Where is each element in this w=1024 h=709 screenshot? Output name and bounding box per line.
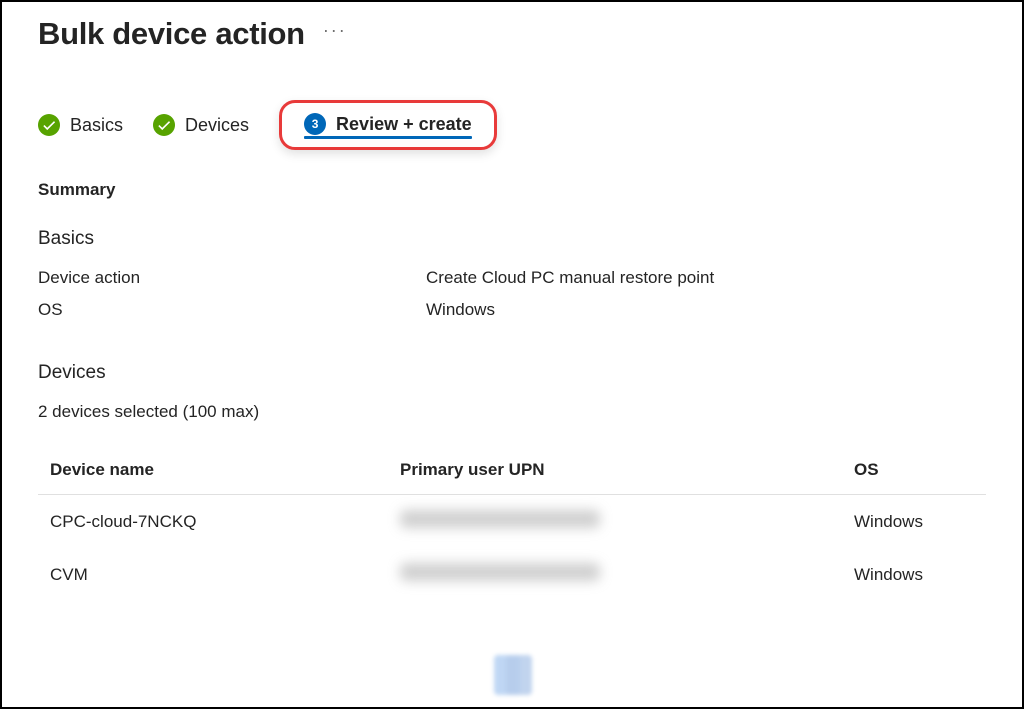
step-label: Basics bbox=[70, 115, 123, 136]
table-header-row: Device name Primary user UPN OS bbox=[38, 452, 986, 495]
devices-selected-count: 2 devices selected (100 max) bbox=[38, 402, 986, 422]
active-underline bbox=[304, 136, 472, 139]
column-header-os[interactable]: OS bbox=[854, 460, 974, 480]
cell-os: Windows bbox=[854, 565, 974, 585]
wizard-steps: Basics Devices 3 Review + create bbox=[38, 100, 986, 150]
cell-upn bbox=[400, 563, 854, 586]
cell-device-name: CVM bbox=[50, 565, 400, 585]
basics-row: OS Windows bbox=[38, 300, 986, 320]
checkmark-icon bbox=[38, 114, 60, 136]
page-title: Bulk device action bbox=[38, 16, 305, 52]
wizard-step-devices[interactable]: Devices bbox=[153, 106, 249, 144]
cell-os: Windows bbox=[854, 512, 974, 532]
devices-table: Device name Primary user UPN OS CPC-clou… bbox=[38, 452, 986, 601]
basics-label: OS bbox=[38, 300, 426, 320]
checkmark-icon bbox=[153, 114, 175, 136]
basics-heading: Basics bbox=[38, 228, 986, 250]
table-row: CPC-cloud-7NCKQ Windows bbox=[38, 495, 986, 548]
more-options-icon[interactable]: ··· bbox=[323, 20, 347, 41]
basics-row: Device action Create Cloud PC manual res… bbox=[38, 268, 986, 288]
redacted-text bbox=[400, 563, 600, 581]
cell-device-name: CPC-cloud-7NCKQ bbox=[50, 512, 400, 532]
cell-upn bbox=[400, 510, 854, 533]
basics-value: Create Cloud PC manual restore point bbox=[426, 268, 714, 288]
step-number-badge: 3 bbox=[304, 113, 326, 135]
step-label: Review + create bbox=[336, 114, 472, 135]
redacted-text bbox=[400, 510, 600, 528]
basics-value: Windows bbox=[426, 300, 495, 320]
wizard-step-review-create[interactable]: 3 Review + create bbox=[279, 100, 497, 150]
summary-heading: Summary bbox=[38, 180, 986, 200]
column-header-upn[interactable]: Primary user UPN bbox=[400, 460, 854, 480]
watermark-logo-icon bbox=[488, 651, 536, 699]
step-label: Devices bbox=[185, 115, 249, 136]
table-row: CVM Windows bbox=[38, 548, 986, 601]
page-header: Bulk device action ··· bbox=[38, 16, 986, 52]
wizard-step-basics[interactable]: Basics bbox=[38, 106, 123, 144]
devices-heading: Devices bbox=[38, 362, 986, 384]
basics-label: Device action bbox=[38, 268, 426, 288]
column-header-device-name[interactable]: Device name bbox=[50, 460, 400, 480]
